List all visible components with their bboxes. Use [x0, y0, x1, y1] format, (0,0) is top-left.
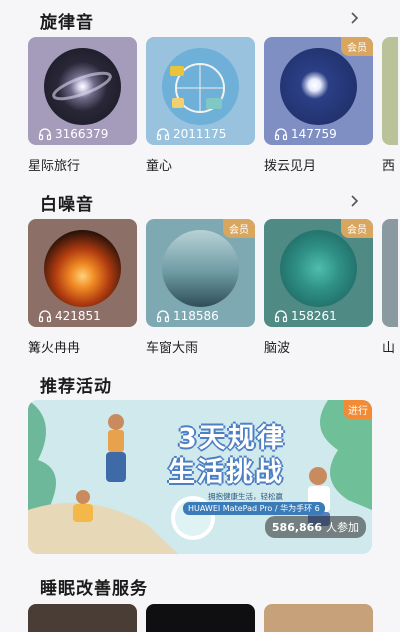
sleep-service-row — [28, 604, 373, 632]
melody-card-row: 3166379 星际旅行 2011175 童心 会员 147759 拨云见月 西 — [28, 37, 398, 174]
section-title-melody: 旋律音 — [40, 13, 94, 33]
melody-card-peek[interactable]: 西 — [382, 37, 398, 174]
headphones-icon — [156, 128, 170, 141]
vip-badge: 会员 — [223, 219, 255, 238]
white-noise-card-row: 421851 篝火冉冉 会员 118586 车窗大雨 会员 158261 脑波 — [28, 219, 398, 356]
card-label: 童心 — [146, 159, 173, 174]
card-label: 山 — [382, 341, 396, 356]
section-title-activities: 推荐活动 — [40, 377, 112, 397]
banner-status-tag: 进行 — [344, 400, 372, 419]
banner-prize: HUAWEI MatePad Pro / 华为手环 6 — [183, 502, 325, 515]
card-label: 车窗大雨 — [146, 341, 199, 356]
moon-artwork — [280, 48, 357, 125]
sleep-service-card-2[interactable] — [146, 604, 255, 632]
sleep-service-card-3[interactable] — [264, 604, 373, 632]
participants-suffix: 人参加 — [326, 521, 359, 534]
play-count: 158261 — [274, 309, 337, 323]
white-noise-card-3[interactable]: 会员 158261 脑波 — [264, 219, 373, 356]
card-label: 西 — [382, 159, 396, 174]
vip-badge: 会员 — [341, 219, 373, 238]
play-count: 118586 — [156, 309, 219, 323]
section-title-sleep-service: 睡眠改善服务 — [40, 579, 148, 599]
banner-subtitle: 拥抱健康生活，轻松赢 — [208, 492, 283, 501]
card-label: 星际旅行 — [28, 159, 81, 174]
brainwave-artwork — [280, 230, 357, 307]
sleep-service-card-1[interactable] — [28, 604, 137, 632]
play-count: 147759 — [274, 127, 337, 141]
rainy-window-artwork — [162, 230, 239, 307]
ferris-wheel-artwork — [162, 48, 239, 125]
section-title-white-noise: 白噪音 — [40, 195, 94, 215]
card-label: 拨云见月 — [264, 159, 317, 174]
melody-card-3[interactable]: 会员 147759 拨云见月 — [264, 37, 373, 174]
headphones-icon — [38, 128, 52, 141]
activity-banner[interactable]: 3天规律 生活挑战 拥抱健康生活，轻松赢 HUAWEI MatePad Pro … — [28, 400, 372, 554]
banner-title-line2: 生活挑战 — [168, 457, 284, 488]
chevron-right-icon[interactable] — [348, 195, 360, 207]
participants-badge: 586,866 人参加 — [264, 516, 366, 538]
vip-badge: 会员 — [341, 37, 373, 56]
headphones-icon — [274, 310, 288, 323]
galaxy-artwork — [44, 48, 121, 125]
play-count: 421851 — [38, 309, 101, 323]
play-count: 3166379 — [38, 127, 108, 141]
play-count: 2011175 — [156, 127, 226, 141]
white-noise-card-1[interactable]: 421851 篝火冉冉 — [28, 219, 137, 356]
headphones-icon — [38, 310, 52, 323]
white-noise-card-2[interactable]: 会员 118586 车窗大雨 — [146, 219, 255, 356]
headphones-icon — [274, 128, 288, 141]
white-noise-card-peek[interactable]: 山 — [382, 219, 398, 356]
participants-count: 586,866 — [271, 521, 322, 534]
card-label: 篝火冉冉 — [28, 341, 81, 356]
melody-card-2[interactable]: 2011175 童心 — [146, 37, 255, 174]
campfire-artwork — [44, 230, 121, 307]
card-label: 脑波 — [264, 341, 291, 356]
headphones-icon — [156, 310, 170, 323]
chevron-right-icon[interactable] — [348, 12, 360, 24]
melody-card-1[interactable]: 3166379 星际旅行 — [28, 37, 137, 174]
